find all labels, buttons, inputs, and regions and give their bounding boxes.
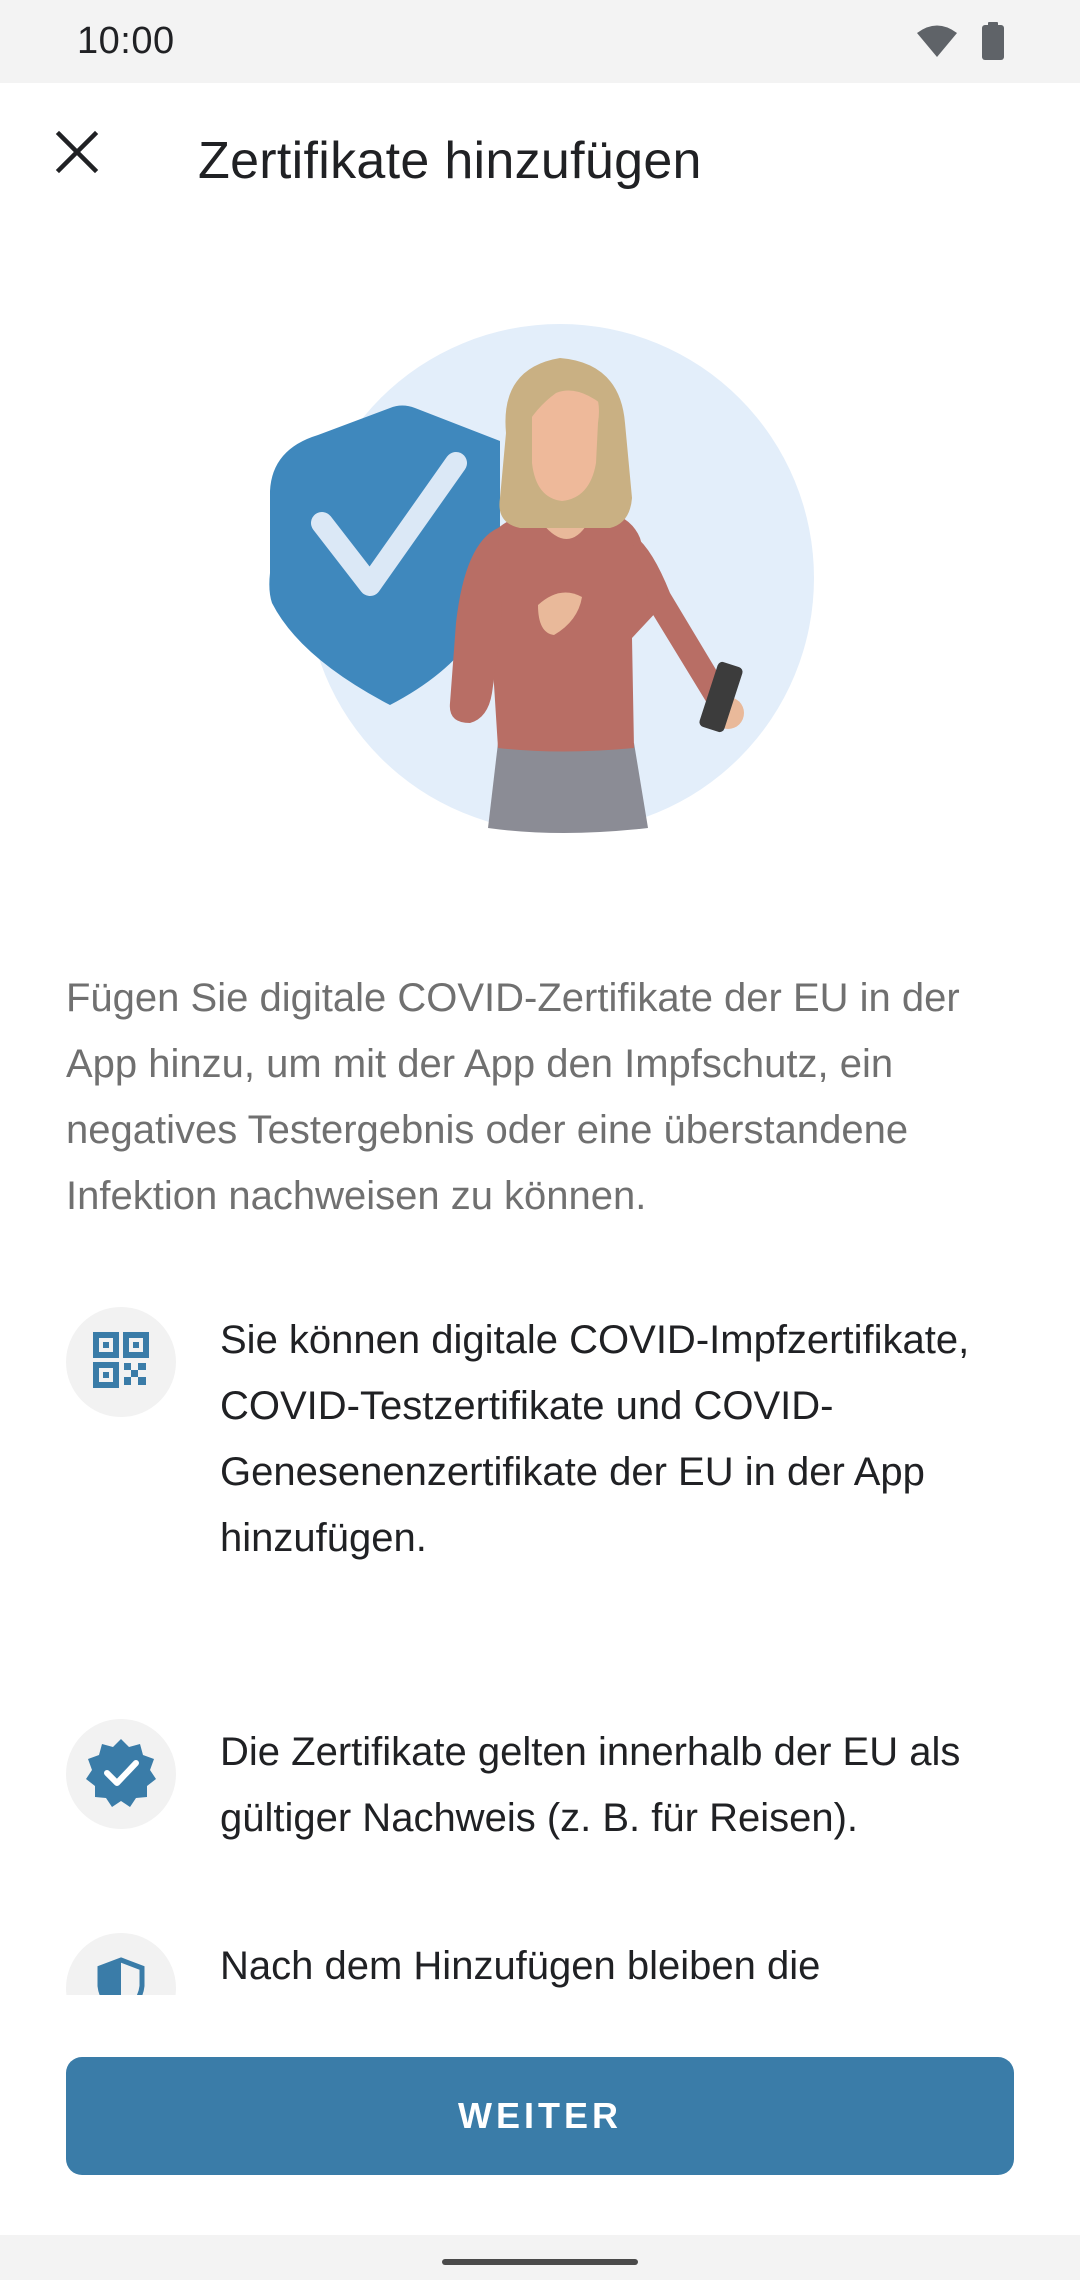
feature-icon-container bbox=[66, 1933, 176, 1995]
scroll-content[interactable]: Fügen Sie digitale COVID-Zertifikate der… bbox=[0, 243, 1080, 1995]
feature-icon-container bbox=[66, 1307, 176, 1417]
app-bar: Zertifikate hinzufügen bbox=[0, 83, 1080, 243]
feature-text: Sie können digitale COVID-Impfzertifikat… bbox=[220, 1318, 970, 1560]
qr-code-icon bbox=[93, 1331, 149, 1393]
page-title: Zertifikate hinzufügen bbox=[198, 132, 702, 190]
shield-icon bbox=[96, 1956, 146, 1995]
home-gesture-handle[interactable] bbox=[442, 2259, 638, 2265]
wifi-icon bbox=[916, 24, 958, 63]
screen: 10:00 Zertifikate hinzufügen Fügen Sie d… bbox=[0, 0, 1080, 2280]
status-time: 10:00 bbox=[77, 20, 175, 62]
close-button[interactable] bbox=[40, 117, 114, 191]
feature-icon-container bbox=[66, 1719, 176, 1829]
battery-icon bbox=[982, 22, 1004, 65]
continue-button[interactable]: WEITER bbox=[66, 2057, 1014, 2175]
bottom-action-area: WEITER bbox=[0, 1995, 1080, 2235]
feature-text: Nach dem Hinzufügen bleiben die bbox=[220, 1944, 821, 1988]
feature-text: Die Zertifikate gelten innerhalb der EU … bbox=[220, 1730, 961, 1840]
verified-badge-icon bbox=[86, 1737, 156, 1812]
intro-text: Fügen Sie digitale COVID-Zertifikate der… bbox=[66, 976, 960, 1218]
illustration-woman-with-certificate-shield bbox=[260, 323, 830, 843]
status-icons bbox=[916, 22, 1004, 65]
status-bar: 10:00 bbox=[0, 0, 1080, 83]
gesture-navigation-bar bbox=[0, 2235, 1080, 2280]
close-icon bbox=[55, 130, 99, 179]
